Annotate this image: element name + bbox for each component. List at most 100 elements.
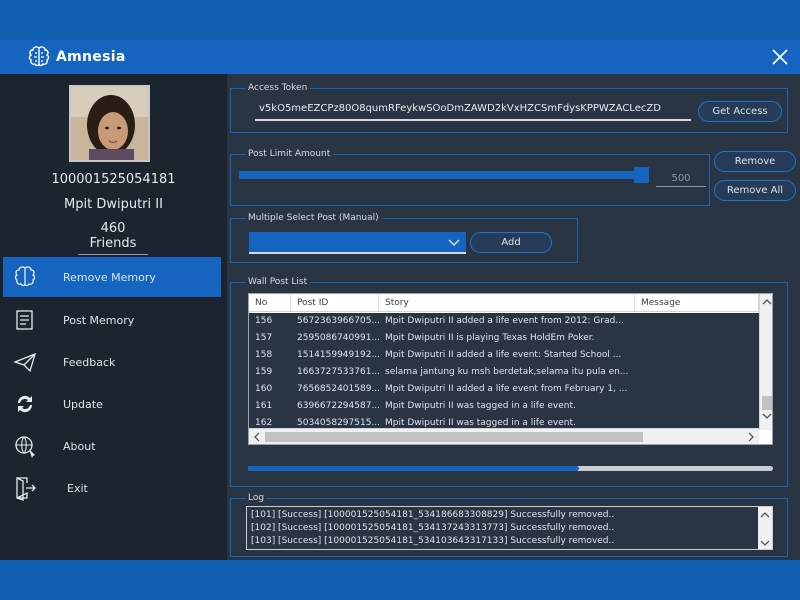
table-body: 156 5672363966705... Mpit Dwiputri II ad… <box>249 313 759 428</box>
nav-exit[interactable]: Exit <box>3 468 221 508</box>
post-limit-value: 500 <box>656 173 706 187</box>
nav-post-memory[interactable]: Post Memory <box>3 300 221 340</box>
cell-message <box>635 313 759 330</box>
globe-cursor-icon <box>15 436 35 458</box>
cell-story: Mpit Dwiputri II was tagged in a life ev… <box>385 401 576 411</box>
log-line: [103] [Success] [100001525054181_5341036… <box>251 536 615 546</box>
app-window: Amnesia 100001525054181 Mpit Dwiputri II… <box>0 40 800 560</box>
scroll-up-arrow-icon[interactable] <box>760 296 773 308</box>
nav-label: Feedback <box>63 355 116 369</box>
column-header-story[interactable]: Story <box>379 294 635 312</box>
scroll-down-arrow-icon[interactable] <box>758 537 772 549</box>
column-header-post-id[interactable]: Post ID <box>291 294 379 312</box>
nav-label: Remove Memory <box>63 270 156 284</box>
nav-about[interactable]: About <box>3 426 221 466</box>
cell-story: selama jantung ku msh berdetak,selama it… <box>385 367 629 377</box>
profile-avatar <box>69 85 150 162</box>
profile-id: 100001525054181 <box>51 172 176 187</box>
group-title: Log <box>245 492 268 504</box>
cell-story: Mpit Dwiputri II added a life event from… <box>385 316 624 326</box>
remove-all-button[interactable]: Remove All <box>714 180 796 201</box>
group-title: Multiple Select Post (Manual) <box>245 212 382 224</box>
cell-post-id: 6396672294587... <box>297 401 379 411</box>
app-title: Amnesia <box>56 49 126 65</box>
sidebar: 100001525054181 Mpit Dwiputri II 460 Fri… <box>0 74 227 560</box>
cell-no: 160 <box>255 384 273 394</box>
table-horizontal-scrollbar[interactable] <box>249 428 759 444</box>
cell-no: 158 <box>255 350 273 360</box>
scroll-thumb[interactable] <box>762 396 772 410</box>
avatar-photo <box>71 87 148 160</box>
multiple-select-group: Multiple Select Post (Manual) Add <box>230 212 578 263</box>
table-vertical-scrollbar[interactable] <box>759 294 773 430</box>
remove-button[interactable]: Remove <box>714 151 796 172</box>
post-limit-slider-thumb[interactable] <box>634 167 649 183</box>
group-title: Access Token <box>245 82 311 94</box>
table-row[interactable]: 157 2595086740991... Mpit Dwiputri II is… <box>249 330 759 347</box>
cell-post-id: 1663727533761... <box>297 367 379 377</box>
cell-post-id: 5672363966705... <box>297 316 379 326</box>
refresh-icon <box>17 395 33 413</box>
brain-icon <box>14 266 36 287</box>
post-limit-group: Post Limit Amount 500 <box>230 148 710 206</box>
wall-post-list-group: Wall Post List No Post ID Story Message … <box>230 276 788 487</box>
progress-bar <box>248 466 773 471</box>
cell-post-id: 2595086740991... <box>297 333 379 343</box>
table-row[interactable]: 161 6396672294587... Mpit Dwiputri II wa… <box>249 398 759 415</box>
desktop-background-top <box>0 0 800 40</box>
cell-story: Mpit Dwiputri II added a life event: Sta… <box>385 350 622 360</box>
exit-door-icon <box>16 476 36 501</box>
nav-remove-memory[interactable]: Remove Memory <box>3 257 221 297</box>
log-scrollbar[interactable] <box>758 507 772 549</box>
friends-count: 460 Friends <box>78 221 148 255</box>
desktop-background-bottom <box>0 560 800 600</box>
nav-label: Exit <box>67 481 88 495</box>
post-limit-slider-track[interactable] <box>239 171 642 179</box>
cell-message <box>635 330 759 347</box>
table-row[interactable]: 159 1663727533761... selama jantung ku m… <box>249 364 759 381</box>
post-select-dropdown[interactable] <box>249 232 466 254</box>
cell-no: 161 <box>255 401 273 411</box>
nav-label: Post Memory <box>63 313 135 327</box>
document-icon <box>16 310 33 330</box>
cell-story: Mpit Dwiputri II is playing Texas HoldEm… <box>385 333 595 343</box>
title-bar: Amnesia <box>0 40 800 74</box>
group-title: Wall Post List <box>245 276 311 288</box>
column-header-message[interactable]: Message <box>635 294 759 312</box>
nav-feedback[interactable]: Feedback <box>3 342 221 382</box>
brain-logo-icon <box>28 46 50 67</box>
cell-message <box>635 398 759 415</box>
access-token-input[interactable]: v5kO5meEZCPz80O8qumRFeykwSOoDmZAWD2kVxHZ… <box>255 99 691 121</box>
wall-post-table: No Post ID Story Message 156 56723639667… <box>248 293 773 445</box>
scroll-left-arrow-icon[interactable] <box>251 430 263 444</box>
cell-message <box>635 347 759 364</box>
log-line: [101] [Success] [100001525054181_5341866… <box>251 510 615 520</box>
access-token-group: Access Token v5kO5meEZCPz80O8qumRFeykwSO… <box>230 82 788 133</box>
horizontal-scroll-thumb[interactable] <box>265 432 643 442</box>
table-row[interactable]: 158 1514159949192... Mpit Dwiputri II ad… <box>249 347 759 364</box>
table-header: No Post ID Story Message <box>249 294 759 312</box>
log-group: Log [101] [Success] [100001525054181_534… <box>230 492 788 557</box>
table-row[interactable]: 160 7656852401589... Mpit Dwiputri II ad… <box>249 381 759 398</box>
add-button[interactable]: Add <box>470 232 552 253</box>
cell-message <box>635 364 759 381</box>
cell-story: Mpit Dwiputri II added a life event from… <box>385 384 628 394</box>
profile-name: Mpit Dwiputri II <box>64 197 163 212</box>
scroll-down-arrow-icon[interactable] <box>760 410 773 422</box>
table-row[interactable]: 156 5672363966705... Mpit Dwiputri II ad… <box>249 313 759 330</box>
scroll-up-arrow-icon[interactable] <box>758 509 772 521</box>
cell-post-id: 1514159949192... <box>297 350 379 360</box>
paper-plane-icon <box>13 352 37 373</box>
scroll-right-arrow-icon[interactable] <box>745 430 757 444</box>
nav-label: Update <box>63 397 103 411</box>
group-title: Post Limit Amount <box>245 148 334 160</box>
get-access-button[interactable]: Get Access <box>698 101 782 122</box>
chevron-down-icon <box>448 239 460 246</box>
column-header-no[interactable]: No <box>249 294 291 312</box>
cell-no: 156 <box>255 316 273 326</box>
nav-update[interactable]: Update <box>3 384 221 424</box>
close-icon[interactable] <box>770 47 790 67</box>
cell-no: 159 <box>255 367 273 377</box>
log-textbox[interactable]: [101] [Success] [100001525054181_5341866… <box>246 506 773 550</box>
cell-message <box>635 381 759 398</box>
